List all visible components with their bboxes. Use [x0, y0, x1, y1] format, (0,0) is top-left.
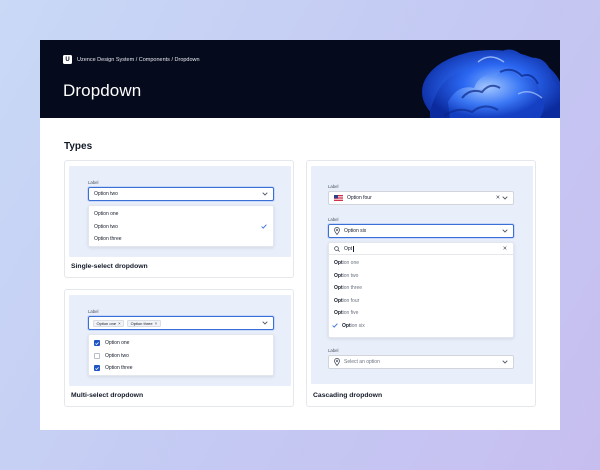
match-text: Opt	[334, 285, 343, 292]
check-icon	[95, 366, 99, 370]
single-select-card: Label Option two Option one Option two O…	[64, 160, 294, 278]
option-text: ion four	[342, 297, 360, 304]
option-item[interactable]: Option one	[329, 257, 513, 270]
option-item[interactable]: Option two	[329, 270, 513, 283]
field-label: Label	[88, 180, 99, 185]
match-text: Opt	[334, 297, 343, 304]
selected-tag: Option one ×	[93, 319, 125, 327]
option-item[interactable]: Opt ion five	[329, 307, 513, 320]
option-text: ion two	[342, 272, 359, 279]
option-item[interactable]: Opt ion four	[329, 295, 513, 308]
close-icon[interactable]: ×	[496, 195, 500, 202]
option-text: ion five	[342, 310, 359, 317]
match-text: Opt	[334, 310, 343, 317]
option-item-checked[interactable]: Option three	[89, 362, 273, 375]
text-cursor	[352, 245, 354, 252]
option-text: ion six	[350, 322, 365, 329]
single-select-menu: Option one Option two Option three	[88, 205, 274, 247]
option-label: Option three	[94, 236, 122, 243]
field-label: Label	[328, 217, 339, 222]
multi-select-card: Label Option one × Option three × Option…	[64, 289, 294, 407]
card-caption: Multi-select dropdown	[71, 392, 144, 399]
option-label: Option three	[105, 365, 133, 372]
checkbox-unchecked[interactable]	[94, 352, 100, 359]
option-label: Option two	[105, 352, 129, 359]
option-item[interactable]: Option three	[89, 233, 273, 246]
location-menu: Opt × Opt ion one Opt ion two Opt ion three…	[328, 242, 514, 338]
single-select-preview: Label Option two Option one Option two O…	[69, 166, 291, 257]
checkbox-checked[interactable]	[94, 365, 100, 372]
option-label: Option two	[94, 223, 118, 230]
single-select-input[interactable]: Option two	[88, 187, 274, 201]
docs-frame: U Uzence Design System / Components / Dr…	[40, 40, 560, 430]
checkbox-checked[interactable]	[94, 340, 100, 347]
check-icon	[261, 224, 267, 229]
chevron-down-icon[interactable]	[502, 360, 508, 364]
cascading-card: Label Option four × Label Option six Opt…	[306, 160, 536, 407]
option-label: Option one	[94, 211, 119, 218]
option-text: ion three	[342, 285, 363, 292]
field-label: Label	[88, 309, 99, 314]
tag-list: Option one × Option three ×	[89, 319, 164, 327]
check-icon	[95, 341, 99, 345]
option-item[interactable]: Option three	[329, 282, 513, 295]
multi-select-menu: Option one Option two Option three	[88, 334, 274, 376]
selected-value: Option four	[347, 195, 372, 201]
chevron-down-icon[interactable]	[262, 192, 268, 196]
match-text: Opt	[342, 322, 351, 329]
close-icon[interactable]: ×	[503, 245, 507, 252]
chevron-down-icon[interactable]	[502, 229, 508, 233]
option-item-checked[interactable]: Option one	[89, 337, 273, 350]
breadcrumb: U Uzence Design System / Components / Dr…	[63, 55, 200, 64]
page-title: Dropdown	[63, 81, 142, 100]
check-icon	[332, 323, 338, 328]
search-icon	[334, 245, 340, 252]
card-caption: Cascading dropdown	[313, 392, 383, 399]
option-item-selected[interactable]: Option two	[89, 221, 273, 234]
selected-value: Option six	[344, 228, 367, 234]
match-text: Opt	[334, 272, 343, 279]
tag-label: Option one	[96, 320, 117, 326]
field-label: Label	[328, 184, 339, 189]
selected-value: Option two	[94, 191, 118, 197]
chevron-down-icon[interactable]	[502, 196, 508, 200]
cascade-select-3[interactable]: Select an option	[328, 355, 514, 369]
close-icon[interactable]: ×	[155, 321, 158, 326]
tag-label: Option three	[130, 320, 153, 326]
us-flag-icon	[334, 195, 343, 201]
multi-select-preview: Label Option one × Option three × Option…	[69, 295, 291, 386]
field-label: Label	[328, 348, 339, 353]
breadcrumb-text[interactable]: Uzence Design System / Components / Drop…	[77, 57, 200, 63]
match-text: Opt	[334, 260, 343, 267]
cascading-preview: Label Option four × Label Option six Opt…	[311, 166, 533, 384]
decorative-blob-image	[422, 49, 560, 118]
country-select[interactable]: Option four ×	[328, 191, 514, 205]
card-caption: Single-select dropdown	[71, 263, 148, 270]
menu-search: Opt ×	[329, 243, 513, 255]
location-select[interactable]: Option six	[328, 224, 514, 238]
brand-logo: U	[63, 55, 72, 64]
option-item[interactable]: Option one	[89, 208, 273, 221]
chevron-down-icon[interactable]	[262, 321, 268, 325]
selected-tag: Option three ×	[127, 319, 161, 327]
option-item[interactable]: Option two	[89, 350, 273, 363]
option-item-selected[interactable]: Opt ion six	[329, 320, 513, 333]
option-text: ion one	[342, 260, 360, 267]
placeholder-text: Select an option	[344, 359, 380, 365]
option-label: Option one	[105, 340, 130, 347]
search-input[interactable]: Opt	[344, 246, 352, 252]
close-icon[interactable]: ×	[118, 321, 121, 326]
section-title-types: Types	[64, 141, 93, 152]
multi-select-input[interactable]: Option one × Option three ×	[88, 316, 274, 330]
hero-banner: U Uzence Design System / Components / Dr…	[40, 40, 560, 118]
